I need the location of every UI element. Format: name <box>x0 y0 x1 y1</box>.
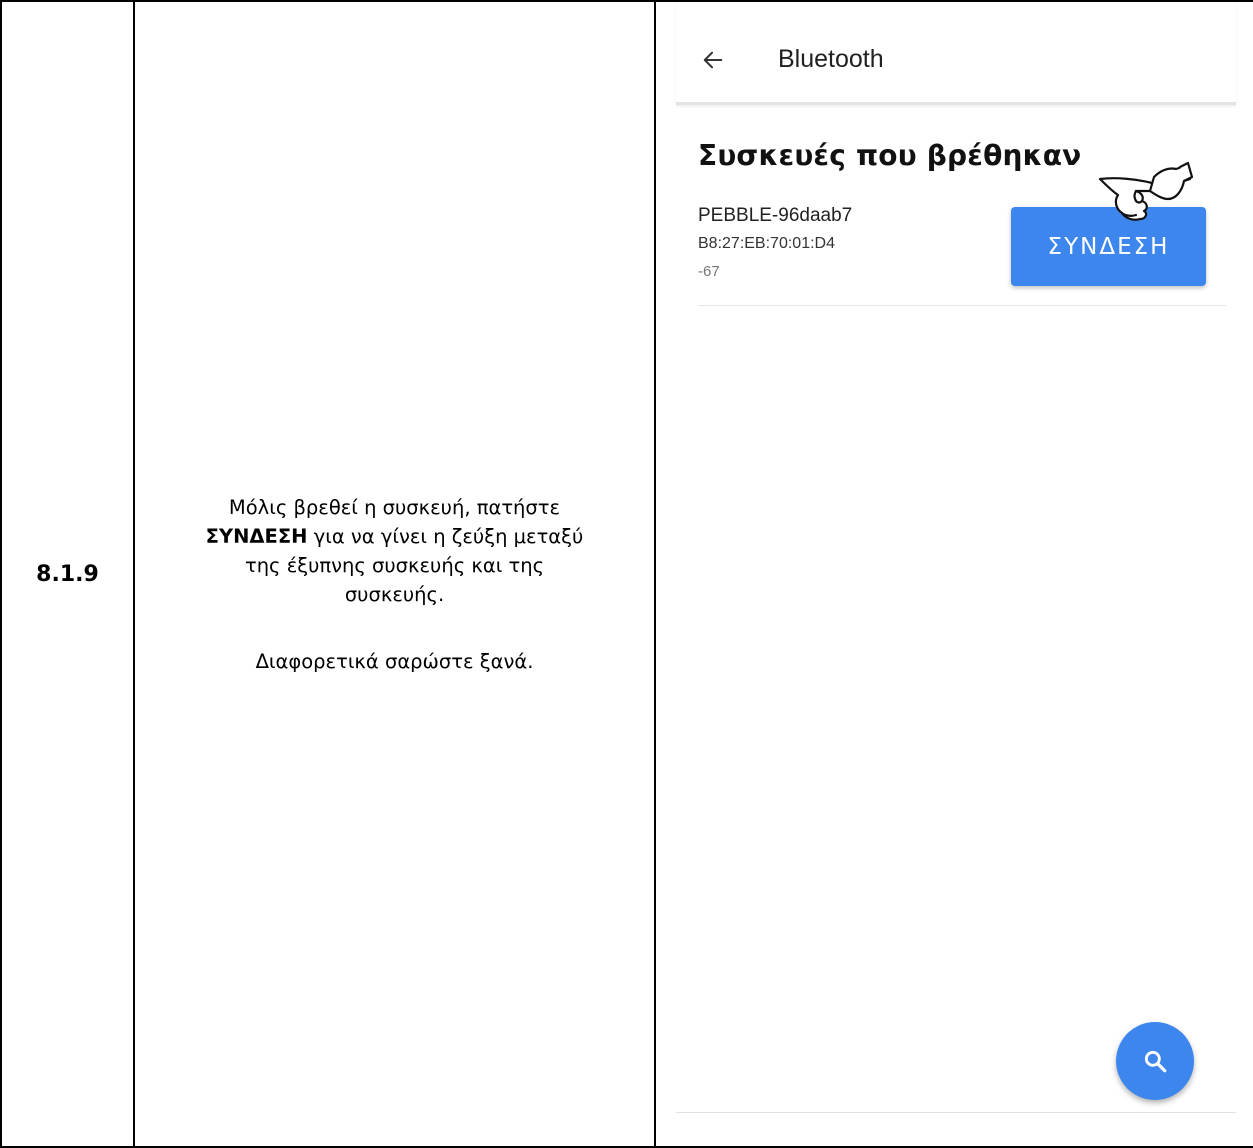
phone-screenshot: Bluetooth Συσκευές που βρέθηκαν PEBBLE-9… <box>676 2 1236 1113</box>
arrow-left-icon[interactable] <box>702 49 724 71</box>
screenshot-cell: Bluetooth Συσκευές που βρέθηκαν PEBBLE-9… <box>654 0 1253 1148</box>
search-icon <box>1144 1050 1167 1073</box>
found-devices-heading: Συσκευές που βρέθηκαν <box>698 139 1082 172</box>
connect-emphasis: ΣΥΝΔΕΣΗ <box>205 524 308 548</box>
description-line-3: της έξυπνης συσκευής και της <box>244 553 545 577</box>
app-title: Bluetooth <box>778 45 884 73</box>
description-line-5: Διαφορετικά σαρώστε ξανά. <box>255 649 534 673</box>
description-text: Μόλις βρεθεί η συσκευή, πατήστε ΣΥΝΔΕΣΗ … <box>135 493 654 676</box>
instruction-table: 8.1.9 Μόλις βρεθεί η συσκευή, πατήστε ΣΥ… <box>0 0 1253 1148</box>
description-line-4: συσκευής. <box>344 582 445 606</box>
device-name: PEBBLE-96daab7 <box>698 205 853 226</box>
device-signal-strength: -67 <box>698 263 720 280</box>
instruction-row: 8.1.9 Μόλις βρεθεί η συσκευή, πατήστε ΣΥ… <box>0 0 1253 1148</box>
device-mac-address: B8:27:EB:70:01:D4 <box>698 235 835 252</box>
pointing-hand-icon <box>1098 161 1194 221</box>
app-bar: Bluetooth <box>676 2 1236 105</box>
screen-bottom-divider <box>676 1112 1236 1113</box>
description-gap <box>153 609 636 647</box>
description-line-1: Μόλις βρεθεί η συσκευή, πατήστε <box>228 495 561 519</box>
description-cell: Μόλις βρεθεί η συσκευή, πατήστε ΣΥΝΔΕΣΗ … <box>133 0 656 1148</box>
scan-fab[interactable] <box>1116 1022 1194 1100</box>
description-line-2-rest: για να γίνει η ζεύξη μεταξύ <box>307 524 584 548</box>
description-line-2: ΣΥΝΔΕΣΗ για να γίνει η ζεύξη μεταξύ <box>153 522 636 551</box>
step-number: 8.1.9 <box>36 561 99 587</box>
step-number-cell: 8.1.9 <box>0 0 135 1148</box>
